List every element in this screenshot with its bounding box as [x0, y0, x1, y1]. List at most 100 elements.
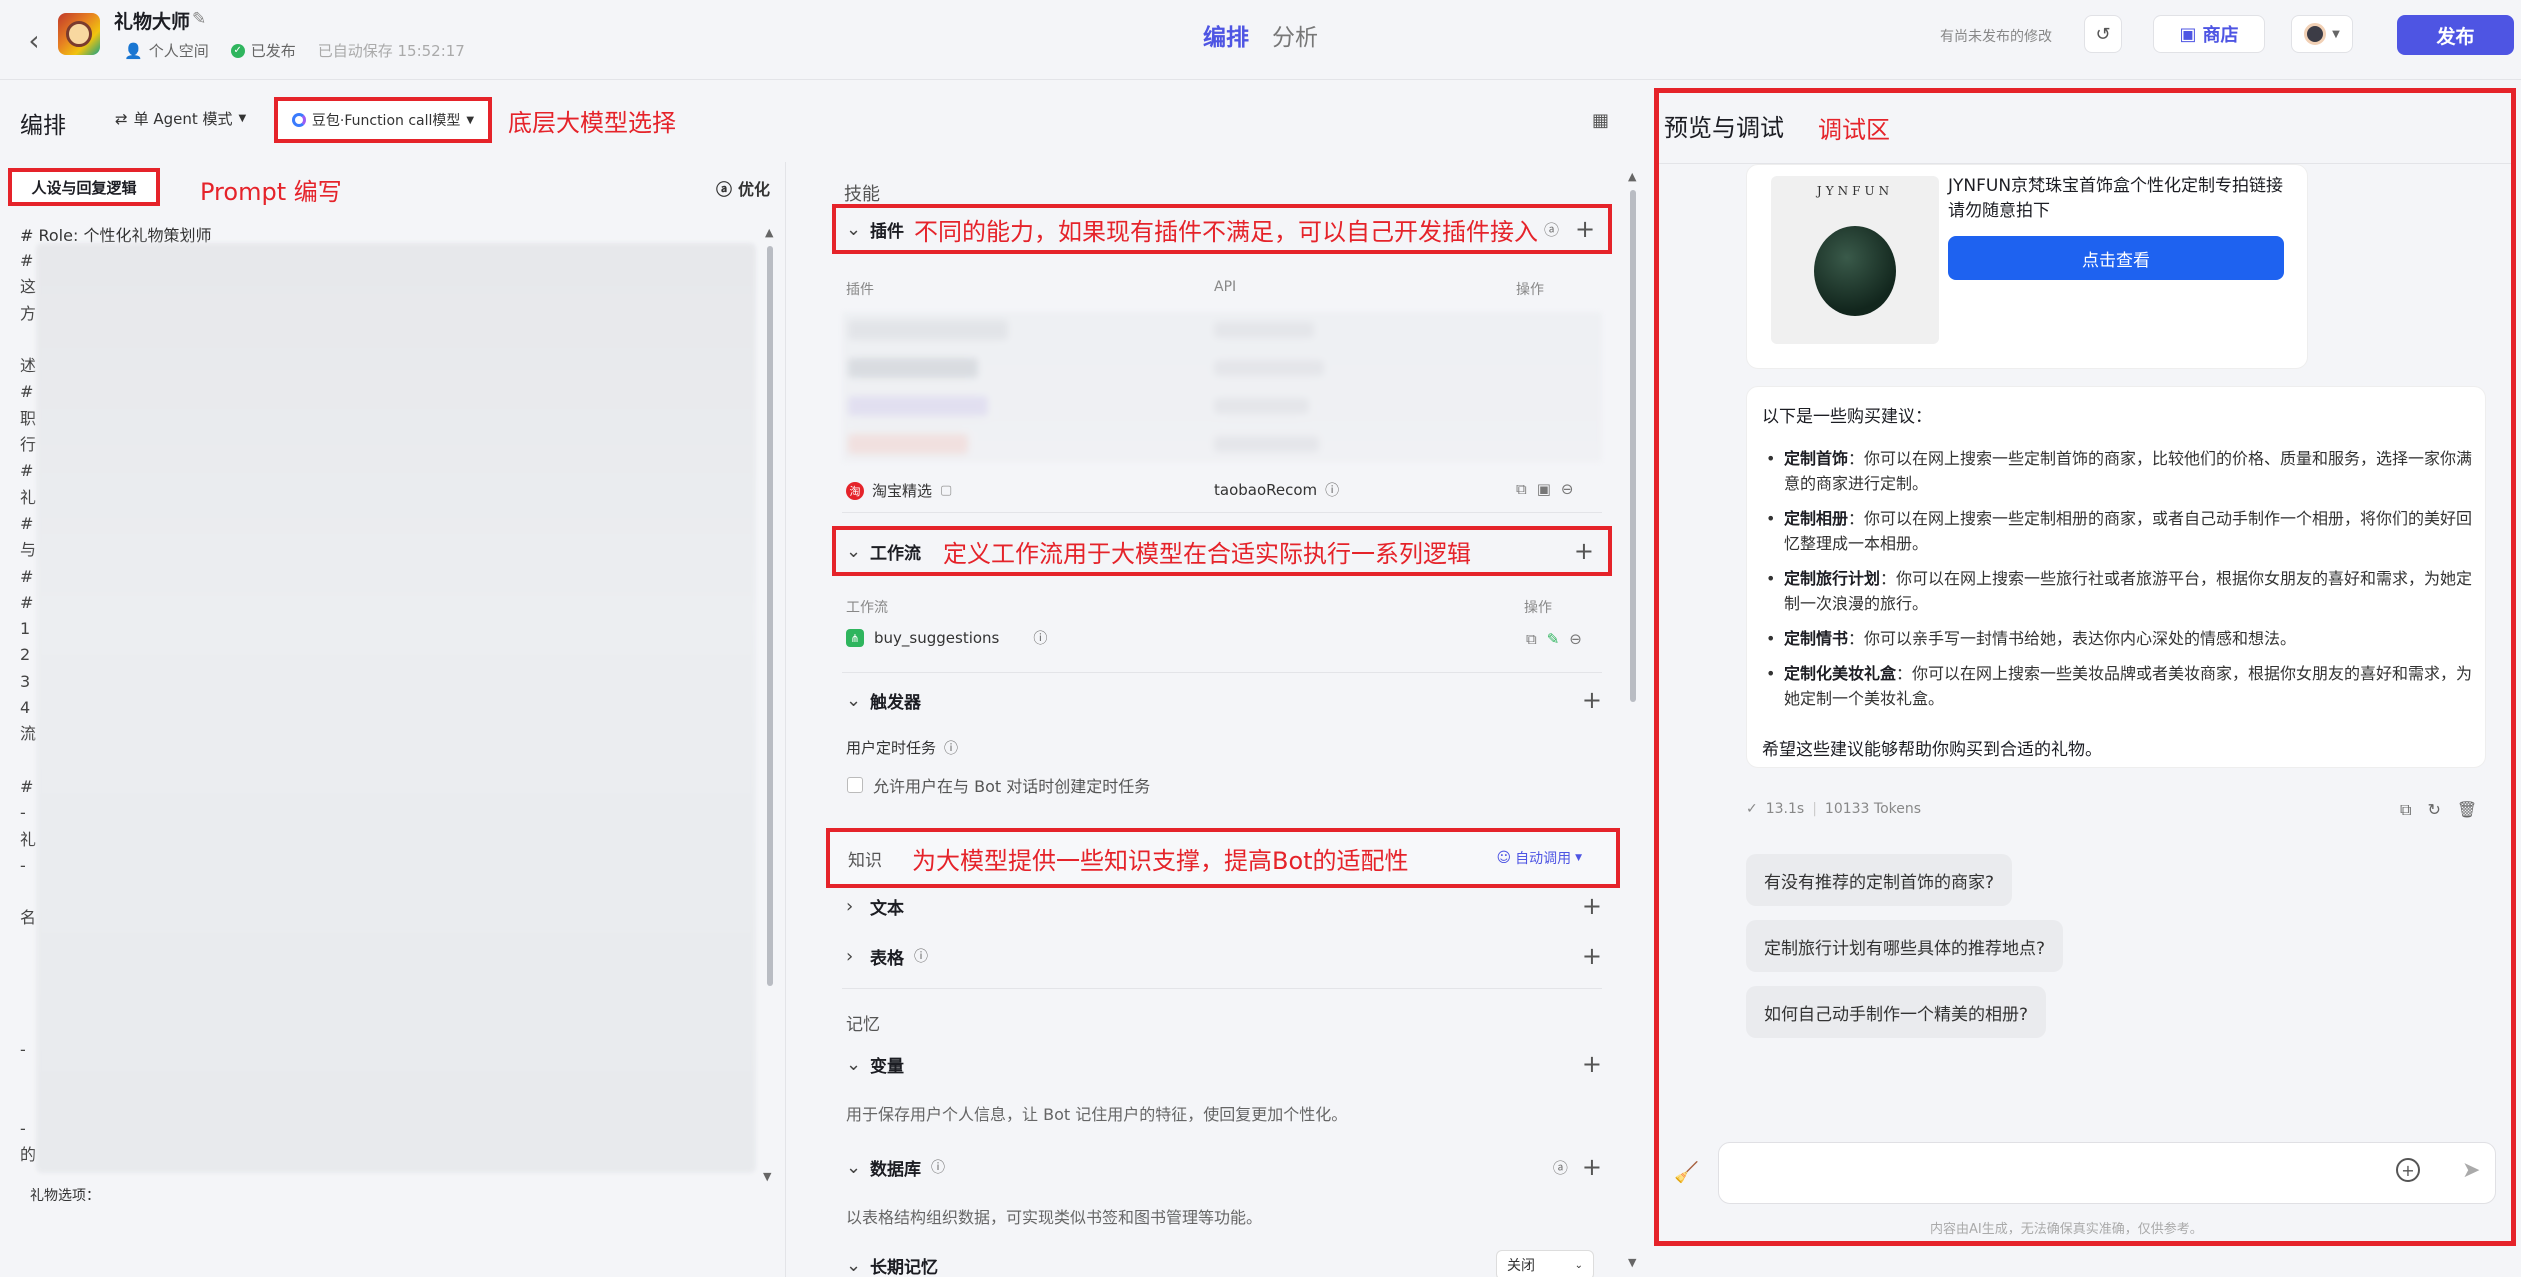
add-database-icon[interactable]: + [1582, 1153, 1602, 1181]
trigger-title: 触发器 [870, 692, 921, 713]
workflow-ops-header: 操作 [1524, 600, 1552, 616]
prompt-scrollbar[interactable] [767, 246, 773, 986]
layout-grid-icon[interactable]: ▦ [1592, 110, 1609, 131]
long-memory-row[interactable]: ⌄ 长期记忆 关闭 ⌄ [846, 1250, 1602, 1277]
info-icon[interactable]: ⓘ [944, 738, 958, 758]
auto-icon[interactable]: ⓐ [1544, 219, 1559, 240]
plugins-section-header[interactable]: ⌄ 插件 不同的能力，如果现有插件不满足，可以自己开发插件接入 ⓐ + [832, 204, 1612, 254]
prompt-line: # [20, 513, 34, 533]
scroll-down-icon[interactable]: ▼ [1628, 1256, 1636, 1269]
app-title: 礼物大师 [114, 11, 191, 33]
list-item: • 定制相册：你可以在网上搜索一些定制相册的商家，或者自己动手制作一个相册，将你们… [1766, 509, 2473, 553]
suggestion-chip[interactable]: 定制旅行计划有哪些具体的推荐地点? [1746, 920, 2064, 972]
publish-button[interactable]: 发布 [2397, 15, 2514, 55]
knowledge-annotation: 为大模型提供一些知识支撑，提高Bot的适配性 [912, 846, 1409, 875]
optimize-button[interactable]: ⓐ 优化 [716, 176, 770, 200]
store-icon: ▣ [2179, 23, 2197, 45]
prompt-line: - [20, 1039, 26, 1059]
copy-icon[interactable]: ⧉ [2400, 800, 2427, 819]
add-attachment-icon[interactable]: + [2396, 1158, 2420, 1182]
scroll-up-icon[interactable]: ▲ [765, 226, 773, 239]
workflow-row[interactable]: ⋔ buy_suggestions ⓘ [846, 628, 1047, 648]
add-table-icon[interactable]: + [1582, 942, 1602, 970]
variable-row[interactable]: ⌄ 变量 + [846, 1050, 1602, 1078]
trigger-section-header[interactable]: ⌄ 触发器 + [846, 686, 1602, 714]
persona-tab[interactable]: 人设与回复逻辑 [8, 168, 160, 206]
edit-icon[interactable]: ✎ [192, 9, 206, 29]
scroll-down-icon[interactable]: ▼ [763, 1170, 771, 1183]
prompt-line: 行 [20, 435, 37, 455]
add-plugin-icon[interactable]: + [1575, 215, 1595, 243]
workflow-name: buy_suggestions [874, 629, 1000, 647]
copy-icon[interactable]: ⧉ [1516, 480, 1537, 498]
checkbox[interactable] [847, 777, 863, 793]
back-icon[interactable]: ‹ [14, 20, 54, 60]
copy-icon[interactable]: ⧉ [1526, 630, 1547, 648]
database-row[interactable]: ⌄ 数据库 ⓘ ⓐ + [846, 1153, 1602, 1181]
product-description: JYNFUN京梵珠宝首饰盒个性化定制专拍链接请勿随意拍下 [1948, 176, 2284, 221]
prompt-line: - [20, 1118, 26, 1138]
knowledge-table-row[interactable]: › 表格 ⓘ + [846, 942, 1602, 970]
prompt-line: - [20, 855, 26, 875]
response-stats: ✓ 13.1s | 10133 Tokens [1746, 801, 1922, 817]
suggestion-chip[interactable]: 有没有推荐的定制首饰的商家? [1746, 854, 2013, 906]
scheduled-task-checkbox[interactable]: 允许用户在与 Bot 对话时创建定时任务 [847, 773, 1150, 797]
preview-title: 预览与调试 [1664, 114, 1784, 142]
remove-icon[interactable]: ⊖ [1561, 480, 1584, 498]
store-button[interactable]: ▣ 商店 [2153, 15, 2265, 53]
info-icon[interactable]: ⓘ [1033, 628, 1047, 648]
view-product-button[interactable]: 点击查看 [1948, 236, 2284, 280]
model-select[interactable]: 豆包·Function call模型 ▼ [274, 97, 492, 143]
plugin-row-actions[interactable]: ⧉▣⊖ [1516, 480, 1583, 498]
prompt-line: 职 [20, 408, 37, 428]
send-icon[interactable]: ➤ [2462, 1158, 2480, 1183]
list-item: • 定制旅行计划：你可以在网上搜索一些旅行社或者旅游平台，根据你女朋友的喜好和需求… [1766, 569, 2473, 613]
long-memory-select[interactable]: 关闭 ⌄ [1496, 1250, 1594, 1277]
add-workflow-icon[interactable]: + [1574, 537, 1594, 565]
info-icon[interactable]: ⓘ [931, 1157, 945, 1177]
add-trigger-icon[interactable]: + [1582, 686, 1602, 714]
preview-annotation: 调试区 [1818, 116, 1890, 144]
remove-icon[interactable]: ⊖ [1569, 630, 1592, 648]
agent-mode-select[interactable]: ⇄ 单 Agent 模式 ▼ [115, 108, 246, 129]
knowledge-text-title: 文本 [870, 898, 904, 919]
history-button[interactable]: ↺ [2084, 15, 2122, 53]
info-icon[interactable]: ⓘ [1325, 480, 1339, 500]
clear-chat-icon[interactable]: 🧹 [1674, 1160, 1699, 1184]
list-item: • 定制首饰：你可以在网上搜索一些定制首饰的商家，比较他们的价格、质量和服务，选择… [1766, 449, 2473, 493]
suggestion-chip[interactable]: 如何自己动手制作一个精美的相册? [1746, 986, 2047, 1038]
delete-icon[interactable]: 🗑 [2457, 800, 2493, 819]
refresh-icon[interactable]: ↻ [2427, 800, 2456, 819]
profile-button[interactable]: ▼ [2291, 15, 2353, 53]
workflow-row-actions[interactable]: ⧉✎⊖ [1526, 630, 1592, 648]
chevron-down-icon: ⌄ [846, 540, 862, 562]
workflow-col-header: 工作流 [846, 600, 888, 616]
add-text-icon[interactable]: + [1582, 892, 1602, 920]
scroll-up-icon[interactable]: ▲ [1628, 170, 1636, 183]
image-icon[interactable]: ▣ [1537, 480, 1561, 498]
tab-edit[interactable]: 编排 [1203, 18, 1249, 52]
auto-icon[interactable]: ⓐ [1553, 1157, 1568, 1178]
prompt-line: 名 [20, 908, 37, 928]
info-icon[interactable]: ⓘ [914, 946, 928, 966]
product-image[interactable]: JYNFUN [1771, 176, 1939, 344]
prompt-blurred-content [36, 243, 756, 1173]
knowledge-text-row[interactable]: › 文本 + [846, 892, 1602, 920]
divider [842, 672, 1602, 673]
edit-workflow-icon[interactable]: ✎ [1547, 630, 1570, 648]
check-icon: ✓ [1746, 801, 1758, 817]
plugin-name: 淘宝精选 [872, 482, 933, 500]
chat-input[interactable] [1718, 1142, 2496, 1204]
plugin-row-taobao[interactable]: 淘 淘宝精选 ▢ [846, 480, 952, 501]
skills-scrollbar[interactable] [1630, 190, 1636, 702]
auto-call-select[interactable]: ☺ 自动调用 ▼ [1496, 848, 1582, 868]
add-variable-icon[interactable]: + [1582, 1050, 1602, 1078]
chevron-right-icon: › [846, 895, 854, 917]
workflow-section-header[interactable]: ⌄ 工作流 定义工作流用于大模型在合适实际执行一系列逻辑 + [832, 526, 1612, 576]
tab-analyze[interactable]: 分析 [1272, 18, 1318, 52]
plugins-title: 插件 [870, 221, 904, 242]
knowledge-section-header[interactable]: 知识 为大模型提供一些知识支撑，提高Bot的适配性 ☺ 自动调用 ▼ [826, 828, 1620, 888]
prompt-line: # [20, 461, 34, 481]
prompt-editor[interactable]: # 这方述 # 职行 # 礼 # 与 # #1 2 3 4 流 # - 礼 - 名 - - 的 [20, 248, 36, 1168]
message-actions[interactable]: ⧉↻🗑 [2400, 800, 2493, 820]
